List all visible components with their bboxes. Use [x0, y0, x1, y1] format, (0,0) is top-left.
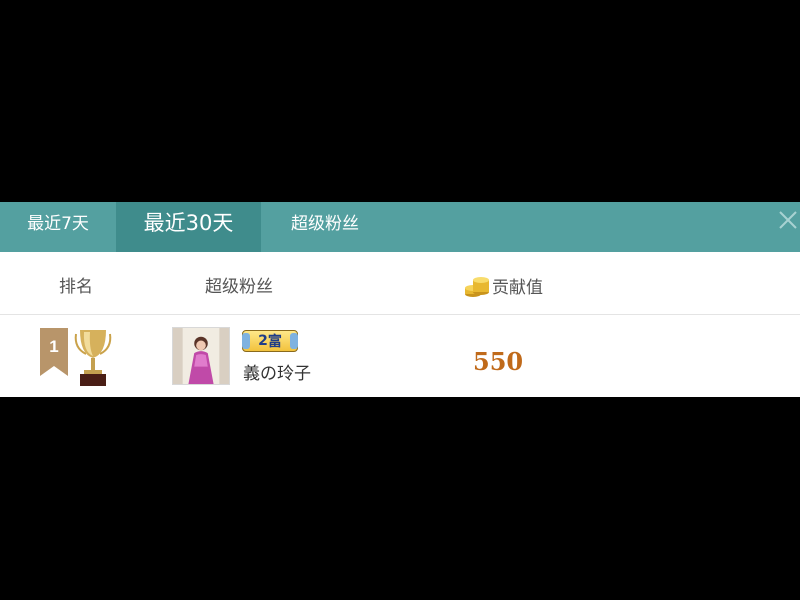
badge-level: 2: [258, 333, 268, 349]
badge-text: 富: [267, 334, 282, 350]
tab-bar: 最近7天 最近30天 超级粉丝: [0, 202, 800, 252]
tab-super-fans[interactable]: 超级粉丝: [261, 202, 389, 252]
tab-last-7-days[interactable]: 最近7天: [0, 202, 116, 252]
rank-ribbon-icon: 1: [40, 328, 68, 376]
coin-stack-icon: [465, 277, 489, 297]
close-icon[interactable]: [776, 208, 800, 232]
fans-column-header: 超级粉丝: [205, 277, 273, 297]
table-row[interactable]: 1 2 富 義の玲子 550: [0, 315, 800, 397]
trophy-icon: [74, 330, 112, 386]
contribution-column-header: 贡献值: [464, 272, 543, 298]
fan-name[interactable]: 義の玲子: [243, 359, 311, 384]
contribution-header-label: 贡献值: [492, 277, 543, 298]
avatar[interactable]: [172, 327, 230, 385]
table-header: 排名 超级粉丝 贡献值: [0, 252, 800, 315]
rank-column-header: 排名: [59, 277, 93, 297]
fan-ranking-panel: 最近7天 最近30天 超级粉丝 排名 超级粉丝 贡献值 1 2 富 義の玲子 5…: [0, 202, 800, 397]
wealth-level-badge: 2 富: [242, 330, 298, 352]
rank-number: 1: [49, 337, 58, 356]
contribution-value: 550: [473, 347, 524, 376]
tab-last-30-days[interactable]: 最近30天: [116, 202, 261, 252]
